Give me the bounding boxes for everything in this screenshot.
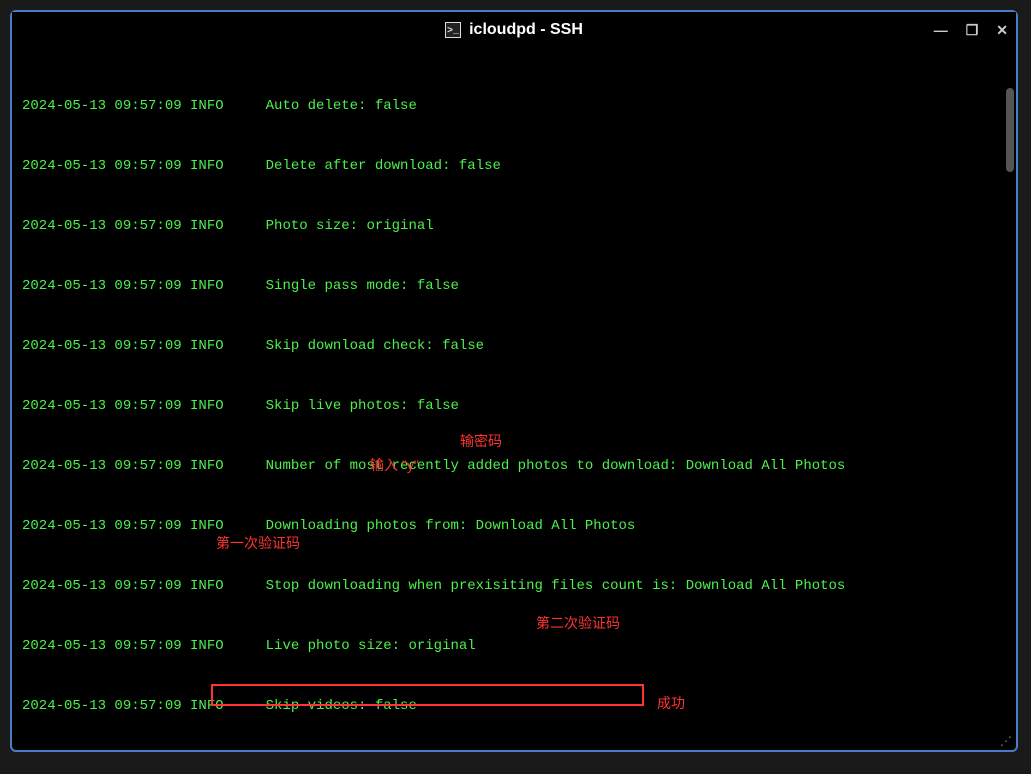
log-line: 2024-05-13 09:57:09 INFO Skip download c… (22, 336, 1006, 356)
window-title: icloudpd - SSH (469, 21, 583, 39)
log-line: 2024-05-13 09:57:09 INFO Delete after do… (22, 156, 1006, 176)
titlebar: >_ icloudpd - SSH — ❐ ✕ (12, 12, 1016, 48)
log-line: 2024-05-13 09:57:09 INFO Photo size: ori… (22, 216, 1006, 236)
app-icon: >_ (445, 22, 461, 38)
svg-text:>_: >_ (447, 26, 460, 37)
annotation-enter-y: 输入 "y" (370, 455, 419, 475)
log-line: 2024-05-13 09:57:09 INFO Live photo size… (22, 636, 1006, 656)
scrollbar[interactable] (1006, 88, 1014, 172)
highlight-box (211, 684, 644, 706)
annotation-first-code: 第一次验证码 (216, 533, 300, 553)
annotation-password: 输密码 (460, 431, 502, 451)
log-line: 2024-05-13 09:57:09 INFO Number of most … (22, 456, 1006, 476)
terminal-window: >_ icloudpd - SSH — ❐ ✕ 2024-05-13 09:57… (10, 10, 1018, 752)
log-line: 2024-05-13 09:57:09 INFO Skip live photo… (22, 396, 1006, 416)
annotation-second-code: 第二次验证码 (536, 613, 620, 633)
log-line: 2024-05-13 09:57:09 INFO Single pass mod… (22, 276, 1006, 296)
maximize-button[interactable]: ❐ (966, 22, 979, 39)
terminal-output[interactable]: 2024-05-13 09:57:09 INFO Auto delete: fa… (12, 48, 1016, 750)
minimize-button[interactable]: — (934, 22, 948, 38)
log-line: 2024-05-13 09:57:09 INFO Auto delete: fa… (22, 96, 1006, 116)
log-line: 2024-05-13 09:57:09 INFO Stop downloadin… (22, 576, 1006, 596)
close-button[interactable]: ✕ (996, 22, 1008, 39)
log-line: 2024-05-13 09:57:09 INFO Downloading pho… (22, 516, 1006, 536)
window-controls: — ❐ ✕ (934, 22, 1008, 39)
resize-grip-icon[interactable]: ⋰ (1000, 734, 1012, 746)
annotation-success: 成功 (657, 693, 685, 713)
